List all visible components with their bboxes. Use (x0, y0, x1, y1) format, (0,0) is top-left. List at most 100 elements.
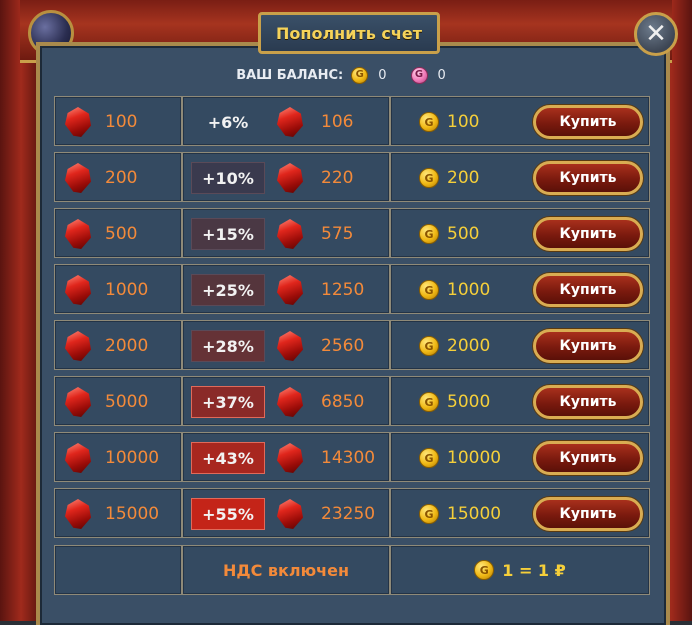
bonus-percent-badge: +15% (191, 218, 265, 250)
offer-base-cell: 10000 (54, 432, 182, 482)
offer-base-amount: 10000 (105, 448, 160, 468)
offer-base-amount: 5000 (105, 392, 149, 412)
buy-button[interactable]: Купить (533, 329, 643, 363)
offer-total-amount: 1250 (321, 280, 365, 300)
buy-button[interactable]: Купить (533, 217, 643, 251)
offer-base-amount: 500 (105, 224, 138, 244)
offer-price-amount: 5000 (447, 392, 491, 412)
buy-button-label: Купить (559, 226, 617, 242)
offer-price-cell: G 10000 Купить (390, 432, 650, 482)
buy-button-label: Купить (559, 450, 617, 466)
pink-coin-icon: G (410, 66, 428, 84)
offer-base-cell: 15000 (54, 488, 182, 538)
buy-button-label: Купить (559, 114, 617, 130)
offer-bonus-cell: +28% 2560 (182, 320, 390, 370)
ruby-icon (65, 499, 91, 529)
offer-base-amount: 15000 (105, 504, 160, 524)
ruby-icon (65, 331, 91, 361)
buy-button[interactable]: Купить (533, 497, 643, 531)
bonus-percent-badge: +6% (207, 112, 249, 132)
offer-bonus-cell: +6% 106 (182, 96, 390, 146)
ruby-icon (277, 331, 303, 361)
offer-total-amount: 6850 (321, 392, 365, 412)
bonus-percent-badge: +28% (191, 330, 265, 362)
offer-total-amount: 14300 (321, 448, 376, 468)
close-icon: ✕ (645, 19, 667, 49)
bonus-percent-badge: +25% (191, 274, 265, 306)
offer-price-cell: G 1000 Купить (390, 264, 650, 314)
offer-base-amount: 100 (105, 112, 138, 132)
offer-base-amount: 1000 (105, 280, 149, 300)
ruby-icon (277, 219, 303, 249)
offer-total-amount: 106 (321, 112, 354, 132)
offer-bonus-cell: +10% 220 (182, 152, 390, 202)
balance-label: ВАШ БАЛАНС: (236, 67, 344, 83)
ruby-icon (277, 443, 303, 473)
offer-price-cell: G 100 Купить (390, 96, 650, 146)
offer-bonus-cell: +43% 14300 (182, 432, 390, 482)
offer-base-cell: 5000 (54, 376, 182, 426)
bonus-percent-badge: +37% (191, 386, 265, 418)
offer-price-amount: 10000 (447, 448, 502, 468)
offer-total-amount: 2560 (321, 336, 365, 356)
ruby-icon (65, 163, 91, 193)
gold-coin-icon: G (351, 66, 369, 84)
bonus-percent-badge: +43% (191, 442, 265, 474)
gold-coin-icon: G (419, 168, 439, 188)
buy-button[interactable]: Купить (533, 385, 643, 419)
ruby-icon (65, 275, 91, 305)
ruby-icon (277, 387, 303, 417)
ruby-icon (65, 387, 91, 417)
buy-button-label: Купить (559, 338, 617, 354)
gold-coin-icon: G (419, 392, 439, 412)
window-title: Пополнить счет (258, 12, 440, 54)
gold-coin-icon: G (419, 504, 439, 524)
footer-empty-cell (54, 545, 182, 595)
offer-price-cell: G 2000 Купить (390, 320, 650, 370)
offer-price-cell: G 15000 Купить (390, 488, 650, 538)
gold-coin-icon: G (419, 280, 439, 300)
bonus-percent-badge: +55% (191, 498, 265, 530)
offer-base-amount: 200 (105, 168, 138, 188)
ruby-icon (277, 275, 303, 305)
gold-coin-icon: G (419, 112, 439, 132)
balance-bar: ВАШ БАЛАНС: G 0 G 0 (36, 62, 662, 88)
ruby-icon (277, 499, 303, 529)
footer-vat-cell: НДС включен (182, 545, 390, 595)
offer-price-cell: G 5000 Купить (390, 376, 650, 426)
offer-total-amount: 575 (321, 224, 354, 244)
offer-total-amount: 23250 (321, 504, 376, 524)
gold-coin-icon: G (474, 560, 495, 580)
window-title-text: Пополнить счет (276, 23, 422, 43)
offer-price-cell: G 500 Купить (390, 208, 650, 258)
ruby-icon (277, 107, 303, 137)
offer-price-cell: G 200 Купить (390, 152, 650, 202)
buy-button-label: Купить (559, 170, 617, 186)
gold-coin-icon: G (419, 448, 439, 468)
offer-bonus-cell: +55% 23250 (182, 488, 390, 538)
ruby-icon (65, 107, 91, 137)
exchange-rate-text: 1 = 1 ₽ (502, 560, 566, 580)
footer-rate-cell: G 1 = 1 ₽ (390, 545, 650, 595)
buy-button-label: Купить (559, 506, 617, 522)
offer-price-amount: 200 (447, 168, 480, 188)
offer-base-cell: 2000 (54, 320, 182, 370)
gold-coin-icon: G (419, 336, 439, 356)
offer-base-cell: 500 (54, 208, 182, 258)
pink-balance-value: 0 (437, 67, 446, 83)
offer-price-amount: 1000 (447, 280, 491, 300)
gold-balance-value: 0 (378, 67, 387, 83)
buy-button[interactable]: Купить (533, 441, 643, 475)
buy-button[interactable]: Купить (533, 273, 643, 307)
buy-button[interactable]: Купить (533, 105, 643, 139)
offer-price-amount: 2000 (447, 336, 491, 356)
offer-base-cell: 200 (54, 152, 182, 202)
offer-total-amount: 220 (321, 168, 354, 188)
offer-base-amount: 2000 (105, 336, 149, 356)
buy-button-label: Купить (559, 282, 617, 298)
offer-price-amount: 100 (447, 112, 480, 132)
bonus-percent-badge: +10% (191, 162, 265, 194)
buy-button[interactable]: Купить (533, 161, 643, 195)
offer-bonus-cell: +25% 1250 (182, 264, 390, 314)
close-button[interactable]: ✕ (634, 12, 678, 56)
